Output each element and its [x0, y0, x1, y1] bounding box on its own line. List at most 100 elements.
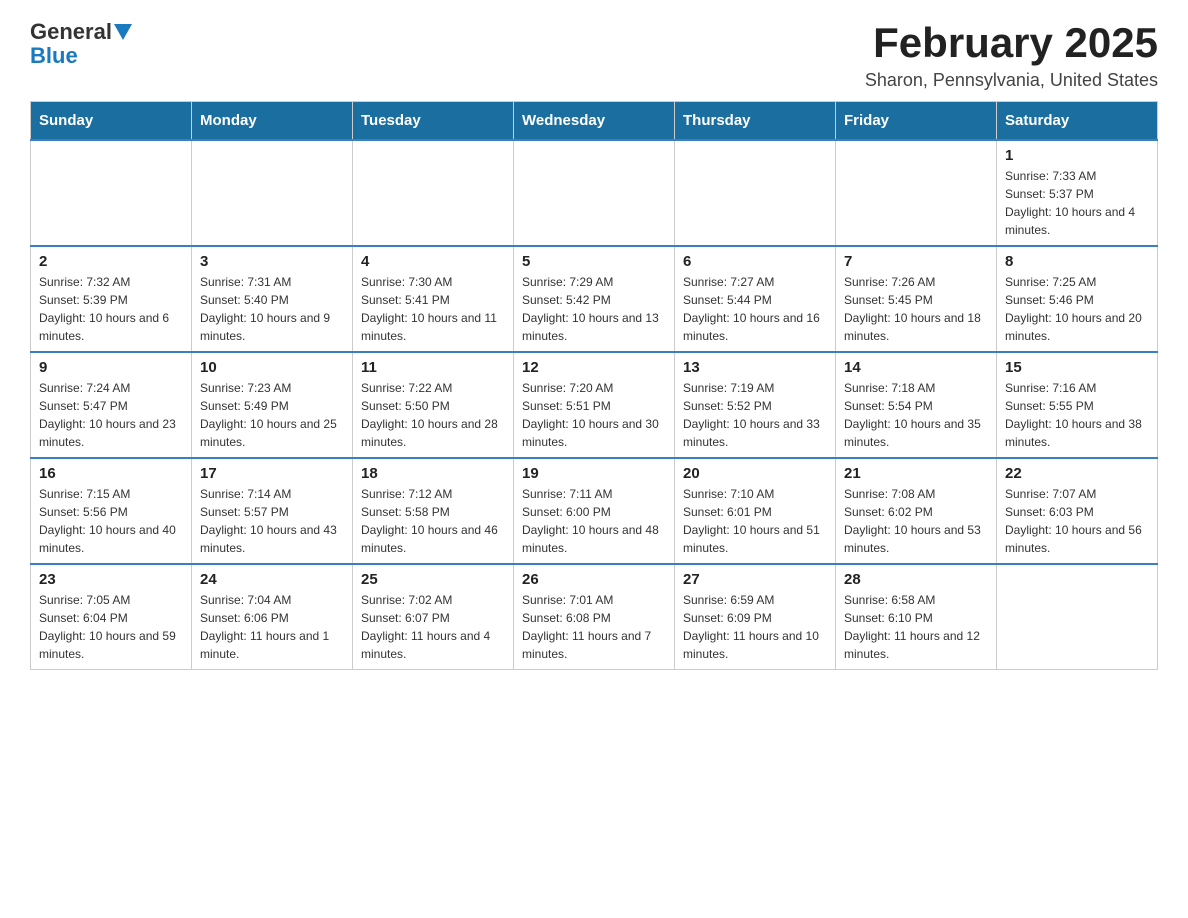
table-row: 3 Sunrise: 7:31 AMSunset: 5:40 PMDaylight…	[192, 246, 353, 352]
day-info: Sunrise: 7:27 AMSunset: 5:44 PMDaylight:…	[683, 273, 827, 345]
day-number: 28	[844, 571, 988, 588]
table-row: 24 Sunrise: 7:04 AMSunset: 6:06 PMDayligh…	[192, 564, 353, 670]
day-number: 4	[361, 253, 505, 270]
day-number: 19	[522, 465, 666, 482]
table-row	[353, 140, 514, 246]
day-info: Sunrise: 7:22 AMSunset: 5:50 PMDaylight:…	[361, 379, 505, 451]
title-section: February 2025 Sharon, Pennsylvania, Unit…	[865, 20, 1158, 91]
day-info: Sunrise: 7:02 AMSunset: 6:07 PMDaylight:…	[361, 591, 505, 663]
day-info: Sunrise: 7:20 AMSunset: 5:51 PMDaylight:…	[522, 379, 666, 451]
day-number: 17	[200, 465, 344, 482]
location-subtitle: Sharon, Pennsylvania, United States	[865, 70, 1158, 91]
day-info: Sunrise: 7:29 AMSunset: 5:42 PMDaylight:…	[522, 273, 666, 345]
month-title: February 2025	[865, 20, 1158, 66]
day-number: 18	[361, 465, 505, 482]
day-info: Sunrise: 7:32 AMSunset: 5:39 PMDaylight:…	[39, 273, 183, 345]
day-number: 16	[39, 465, 183, 482]
header-thursday: Thursday	[675, 102, 836, 141]
table-row: 28 Sunrise: 6:58 AMSunset: 6:10 PMDayligh…	[836, 564, 997, 670]
table-row: 10 Sunrise: 7:23 AMSunset: 5:49 PMDayligh…	[192, 352, 353, 458]
table-row: 23Sunrise: 7:05 AMSunset: 6:04 PMDayligh…	[31, 564, 192, 670]
day-info: Sunrise: 7:10 AMSunset: 6:01 PMDaylight:…	[683, 485, 827, 557]
table-row: 21 Sunrise: 7:08 AMSunset: 6:02 PMDayligh…	[836, 458, 997, 564]
day-info: Sunrise: 7:24 AMSunset: 5:47 PMDaylight:…	[39, 379, 183, 451]
day-number: 10	[200, 359, 344, 376]
day-info: Sunrise: 7:18 AMSunset: 5:54 PMDaylight:…	[844, 379, 988, 451]
header-sunday: Sunday	[31, 102, 192, 141]
table-row: 25 Sunrise: 7:02 AMSunset: 6:07 PMDayligh…	[353, 564, 514, 670]
calendar-week-row: 2 Sunrise: 7:32 AMSunset: 5:39 PMDaylight…	[31, 246, 1158, 352]
table-row: 22Sunrise: 7:07 AMSunset: 6:03 PMDayligh…	[997, 458, 1158, 564]
day-info: Sunrise: 7:16 AMSunset: 5:55 PMDaylight:…	[1005, 379, 1149, 451]
day-info: Sunrise: 7:30 AMSunset: 5:41 PMDaylight:…	[361, 273, 505, 345]
day-info: Sunrise: 6:58 AMSunset: 6:10 PMDaylight:…	[844, 591, 988, 663]
table-row	[836, 140, 997, 246]
day-info: Sunrise: 7:23 AMSunset: 5:49 PMDaylight:…	[200, 379, 344, 451]
table-row: 11 Sunrise: 7:22 AMSunset: 5:50 PMDayligh…	[353, 352, 514, 458]
header-wednesday: Wednesday	[514, 102, 675, 141]
table-row	[31, 140, 192, 246]
table-row: 8 Sunrise: 7:25 AMSunset: 5:46 PMDaylight…	[997, 246, 1158, 352]
day-number: 2	[39, 253, 183, 270]
table-row: 20 Sunrise: 7:10 AMSunset: 6:01 PMDayligh…	[675, 458, 836, 564]
day-info: Sunrise: 7:08 AMSunset: 6:02 PMDaylight:…	[844, 485, 988, 557]
day-info: Sunrise: 7:15 AMSunset: 5:56 PMDaylight:…	[39, 485, 183, 557]
day-info: Sunrise: 7:19 AMSunset: 5:52 PMDaylight:…	[683, 379, 827, 451]
day-number: 20	[683, 465, 827, 482]
table-row: 1 Sunrise: 7:33 AMSunset: 5:37 PMDaylight…	[997, 140, 1158, 246]
header-monday: Monday	[192, 102, 353, 141]
day-info: Sunrise: 7:26 AMSunset: 5:45 PMDaylight:…	[844, 273, 988, 345]
day-number: 15	[1005, 359, 1149, 376]
table-row: 5 Sunrise: 7:29 AMSunset: 5:42 PMDaylight…	[514, 246, 675, 352]
table-row: 18 Sunrise: 7:12 AMSunset: 5:58 PMDayligh…	[353, 458, 514, 564]
header-saturday: Saturday	[997, 102, 1158, 141]
table-row: 4 Sunrise: 7:30 AMSunset: 5:41 PMDaylight…	[353, 246, 514, 352]
day-number: 12	[522, 359, 666, 376]
calendar-week-row: 23Sunrise: 7:05 AMSunset: 6:04 PMDayligh…	[31, 564, 1158, 670]
header-friday: Friday	[836, 102, 997, 141]
day-number: 11	[361, 359, 505, 376]
table-row	[514, 140, 675, 246]
calendar-header-row: Sunday Monday Tuesday Wednesday Thursday…	[31, 102, 1158, 141]
day-number: 13	[683, 359, 827, 376]
day-info: Sunrise: 7:31 AMSunset: 5:40 PMDaylight:…	[200, 273, 344, 345]
day-number: 5	[522, 253, 666, 270]
day-number: 26	[522, 571, 666, 588]
table-row: 7Sunrise: 7:26 AMSunset: 5:45 PMDaylight…	[836, 246, 997, 352]
logo-general: General	[30, 20, 112, 44]
table-row: 26 Sunrise: 7:01 AMSunset: 6:08 PMDayligh…	[514, 564, 675, 670]
calendar-week-row: 16 Sunrise: 7:15 AMSunset: 5:56 PMDayligh…	[31, 458, 1158, 564]
table-row: 19 Sunrise: 7:11 AMSunset: 6:00 PMDayligh…	[514, 458, 675, 564]
table-row: 15 Sunrise: 7:16 AMSunset: 5:55 PMDayligh…	[997, 352, 1158, 458]
day-number: 21	[844, 465, 988, 482]
day-info: Sunrise: 7:25 AMSunset: 5:46 PMDaylight:…	[1005, 273, 1149, 345]
day-info: Sunrise: 7:14 AMSunset: 5:57 PMDaylight:…	[200, 485, 344, 557]
table-row	[997, 564, 1158, 670]
table-row	[192, 140, 353, 246]
day-info: Sunrise: 7:12 AMSunset: 5:58 PMDaylight:…	[361, 485, 505, 557]
table-row: 14Sunrise: 7:18 AMSunset: 5:54 PMDayligh…	[836, 352, 997, 458]
day-info: Sunrise: 7:11 AMSunset: 6:00 PMDaylight:…	[522, 485, 666, 557]
table-row: 2 Sunrise: 7:32 AMSunset: 5:39 PMDaylight…	[31, 246, 192, 352]
day-number: 25	[361, 571, 505, 588]
day-info: Sunrise: 6:59 AMSunset: 6:09 PMDaylight:…	[683, 591, 827, 663]
day-info: Sunrise: 7:04 AMSunset: 6:06 PMDaylight:…	[200, 591, 344, 663]
day-number: 3	[200, 253, 344, 270]
table-row: 17 Sunrise: 7:14 AMSunset: 5:57 PMDayligh…	[192, 458, 353, 564]
header-tuesday: Tuesday	[353, 102, 514, 141]
table-row: 16 Sunrise: 7:15 AMSunset: 5:56 PMDayligh…	[31, 458, 192, 564]
day-number: 1	[1005, 147, 1149, 164]
calendar-table: Sunday Monday Tuesday Wednesday Thursday…	[30, 101, 1158, 670]
table-row: 13 Sunrise: 7:19 AMSunset: 5:52 PMDayligh…	[675, 352, 836, 458]
table-row: 12 Sunrise: 7:20 AMSunset: 5:51 PMDayligh…	[514, 352, 675, 458]
day-info: Sunrise: 7:01 AMSunset: 6:08 PMDaylight:…	[522, 591, 666, 663]
day-number: 8	[1005, 253, 1149, 270]
table-row: 27 Sunrise: 6:59 AMSunset: 6:09 PMDayligh…	[675, 564, 836, 670]
logo-blue: Blue	[30, 43, 78, 68]
page-header: General Blue February 2025 Sharon, Penns…	[30, 20, 1158, 91]
day-info: Sunrise: 7:07 AMSunset: 6:03 PMDaylight:…	[1005, 485, 1149, 557]
logo-arrow-icon	[114, 24, 132, 40]
day-number: 27	[683, 571, 827, 588]
day-info: Sunrise: 7:33 AMSunset: 5:37 PMDaylight:…	[1005, 167, 1149, 239]
day-number: 24	[200, 571, 344, 588]
